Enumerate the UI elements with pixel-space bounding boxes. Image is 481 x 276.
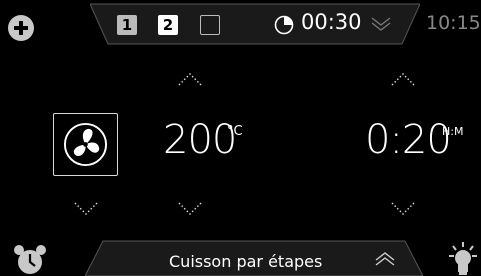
plus-circle-icon[interactable] <box>8 15 34 41</box>
duration-value[interactable]: 0:20 <box>365 117 452 163</box>
oven-control-screen: 1 2 00:30 10:15 200 °C 0:20 H:M Cuisson … <box>0 0 481 276</box>
temperature-down-arrow[interactable] <box>177 200 203 218</box>
multi-step-cooking-label[interactable]: Cuisson par étapes <box>169 252 322 271</box>
fan-mode-button[interactable] <box>53 113 118 176</box>
mode-down-arrow[interactable] <box>73 200 99 218</box>
step-1-button[interactable]: 1 <box>117 15 137 35</box>
clock-display: 10:15 <box>426 12 481 34</box>
duration-down-arrow[interactable] <box>390 200 416 218</box>
fan-icon <box>63 122 108 167</box>
temperature-up-arrow[interactable] <box>177 70 203 88</box>
temperature-value[interactable]: 200 <box>163 117 237 163</box>
temperature-unit: °C <box>227 124 243 139</box>
alarm-clock-icon[interactable] <box>13 242 47 276</box>
chevron-down-icon[interactable] <box>369 14 393 34</box>
duration-unit: H:M <box>442 125 464 138</box>
timer-value[interactable]: 00:30 <box>301 10 362 34</box>
chevron-up-icon[interactable] <box>373 249 397 269</box>
duration-up-arrow[interactable] <box>390 70 416 88</box>
oven-light-icon[interactable] <box>449 241 477 276</box>
step-2-button[interactable]: 2 <box>158 15 178 35</box>
pie-timer-icon <box>274 15 294 35</box>
step-3-button[interactable] <box>200 15 220 35</box>
